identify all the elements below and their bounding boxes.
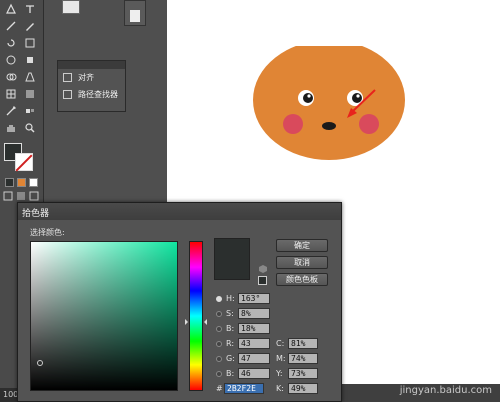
gradient-tool-icon[interactable] [24, 88, 36, 100]
yellow-input[interactable]: 73% [288, 368, 318, 379]
dialog-title[interactable]: 拾色器 [18, 203, 341, 220]
brightness-radio[interactable] [216, 325, 222, 332]
align-pathfinder-panel: 对齐 路径查找器 [57, 60, 126, 112]
pathfinder-label: 路径查找器 [78, 90, 118, 99]
saturation-field-row: S: 8% [216, 308, 270, 319]
eyedropper-tool-icon[interactable] [5, 105, 17, 117]
cube-icon[interactable] [259, 265, 267, 273]
blue-input[interactable]: 46 [238, 368, 270, 379]
red-field-row: R: 43 [216, 338, 270, 349]
brightness-label: B: [226, 324, 235, 333]
green-field-row: G: 47 [216, 353, 270, 364]
cyan-label: C: [276, 339, 285, 348]
blue-field-row: B: 46 [216, 368, 270, 379]
black-field-row: K: 49% [276, 383, 318, 394]
yellow-label: Y: [276, 369, 283, 378]
align-label: 对齐 [78, 73, 94, 82]
hue-field-row: H: 163° [216, 293, 270, 304]
hue-slider-handle-left[interactable] [185, 319, 188, 325]
pencil-tool-icon[interactable] [24, 20, 36, 32]
hand-tool-icon[interactable] [5, 122, 17, 134]
zoom-tool-icon[interactable] [24, 122, 36, 134]
free-transform-tool-icon[interactable] [24, 54, 36, 66]
none-mode-swatch[interactable] [29, 178, 38, 187]
ok-button[interactable]: 确定 [276, 239, 328, 252]
saturation-input[interactable]: 8% [238, 308, 270, 319]
align-panel-item[interactable]: 对齐 [58, 69, 125, 86]
perspective-tool-icon[interactable] [24, 71, 36, 83]
rotate-tool-icon[interactable] [5, 37, 17, 49]
pen-tool-icon[interactable] [5, 3, 17, 15]
draw-mode-icons[interactable] [3, 191, 41, 201]
hue-slider-handle-right[interactable] [204, 319, 207, 325]
right-cheek [359, 114, 379, 134]
color-mode-swatch[interactable] [5, 178, 14, 187]
magenta-label: M: [276, 354, 286, 363]
hue-label: H: [226, 294, 235, 303]
face-shape [253, 46, 405, 160]
hue-input[interactable]: 163° [238, 293, 270, 304]
mesh-tool-icon[interactable] [5, 88, 17, 100]
left-eye [298, 90, 314, 106]
type-tool-icon[interactable] [24, 3, 36, 15]
brightness-field-row: B: 18% [216, 323, 270, 334]
shape-builder-tool-icon[interactable] [5, 71, 17, 83]
warp-tool-icon[interactable] [5, 54, 17, 66]
align-icon [63, 73, 72, 82]
panel-dock-icon[interactable] [62, 0, 80, 14]
color-swatches-button[interactable]: 颜色色板 [276, 273, 328, 286]
select-color-label: 选择颜色: [30, 228, 65, 237]
pathfinder-icon [63, 90, 72, 99]
blue-radio[interactable] [216, 370, 222, 377]
pathfinder-panel-item[interactable]: 路径查找器 [58, 86, 125, 103]
stroke-color-swatch[interactable] [15, 153, 33, 171]
blend-tool-icon[interactable] [24, 105, 36, 117]
cancel-button[interactable]: 取消 [276, 256, 328, 269]
green-radio[interactable] [216, 355, 222, 362]
hex-input[interactable]: 2B2F2E [224, 383, 264, 394]
magenta-input[interactable]: 74% [288, 353, 318, 364]
zoom-level[interactable]: 100 [3, 390, 18, 399]
green-input[interactable]: 47 [238, 353, 270, 364]
watermark: jingyan.baidu.com [399, 385, 492, 396]
nose [322, 122, 336, 130]
black-input[interactable]: 49% [288, 383, 318, 394]
face-artwork[interactable] [253, 46, 409, 162]
cyan-input[interactable]: 81% [288, 338, 318, 349]
scale-tool-icon[interactable] [24, 37, 36, 49]
red-input[interactable]: 43 [238, 338, 270, 349]
black-label: K: [276, 384, 284, 393]
new-color-preview [214, 238, 250, 280]
blue-label: B: [226, 369, 235, 378]
gradient-mode-swatch[interactable] [17, 178, 26, 187]
hex-label: # [216, 384, 223, 393]
yellow-field-row: Y: 73% [276, 368, 318, 379]
magenta-field-row: M: 74% [276, 353, 318, 364]
cyan-field-row: C: 81% [276, 338, 318, 349]
hex-field-row: # 2B2F2E [216, 383, 264, 394]
panel-header[interactable] [58, 61, 125, 69]
red-radio[interactable] [216, 340, 222, 347]
red-label: R: [226, 339, 235, 348]
document-panel-icon[interactable] [124, 0, 146, 26]
left-cheek [283, 114, 303, 134]
hue-slider[interactable] [189, 241, 203, 391]
saturation-radio[interactable] [216, 310, 222, 317]
hue-radio[interactable] [216, 295, 222, 302]
saturation-label: S: [226, 309, 234, 318]
saturation-brightness-field[interactable] [30, 241, 178, 391]
brightness-input[interactable]: 18% [238, 323, 270, 334]
line-tool-icon[interactable] [5, 20, 17, 32]
color-cursor[interactable] [37, 360, 43, 366]
color-picker-dialog: 拾色器 选择颜色: 确定 取消 颜色色板 H: 163° S: 8% B: 18… [17, 202, 342, 402]
green-label: G: [226, 354, 235, 363]
web-safe-swatch[interactable] [258, 276, 267, 285]
